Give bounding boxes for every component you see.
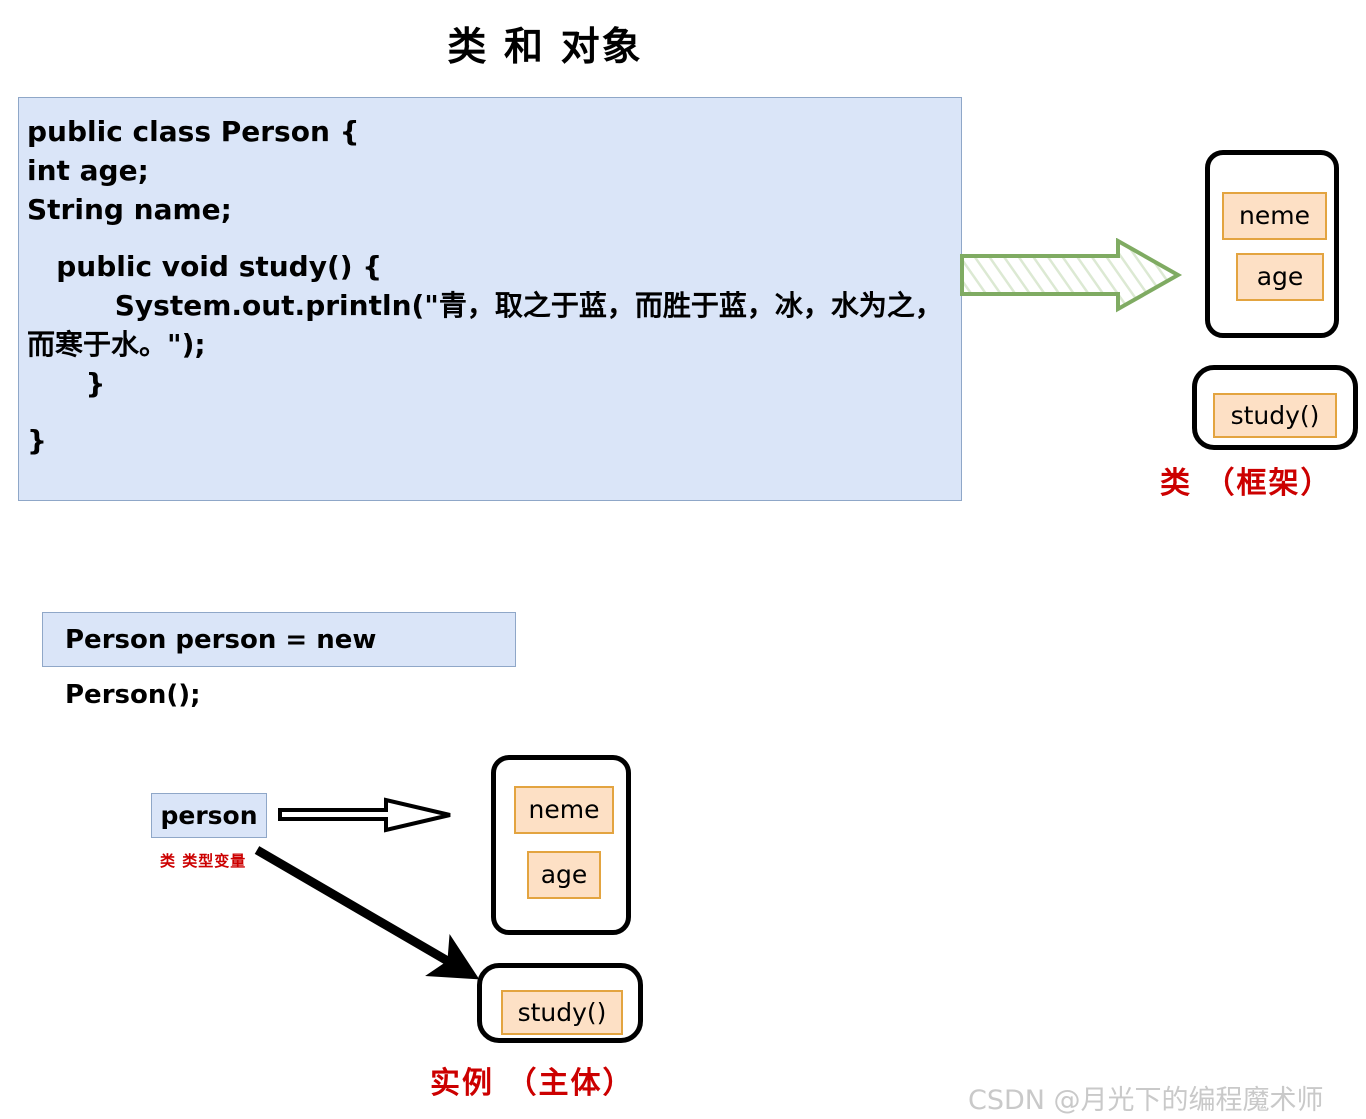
instance-caption: 实例 （主体） bbox=[430, 1066, 635, 1101]
green-block-arrow-icon bbox=[960, 238, 1183, 313]
instance-field-name: neme bbox=[514, 786, 614, 834]
page-title: 类 和 对象 bbox=[447, 25, 643, 70]
code-line: System.out.println("青，取之于蓝，而胜于蓝，冰，水为之，而寒… bbox=[27, 289, 943, 361]
code-line: public class Person { bbox=[27, 115, 360, 148]
code-line: int age; bbox=[27, 154, 149, 187]
instance-method-study: study() bbox=[501, 990, 623, 1035]
instance-field-age: age bbox=[527, 851, 601, 899]
class-fields-container bbox=[1205, 150, 1339, 338]
instance-code-block: Person person = new Person(); bbox=[42, 612, 516, 710]
class-method-study: study() bbox=[1213, 393, 1337, 438]
code-line: String name; bbox=[27, 193, 232, 226]
code-line: } bbox=[27, 367, 106, 400]
class-field-name: neme bbox=[1222, 192, 1327, 240]
watermark: CSDN @月光下的编程魔术师 bbox=[968, 1085, 1324, 1116]
code-line: public void study() { bbox=[27, 250, 383, 283]
instance-fields-container bbox=[491, 755, 631, 935]
class-field-age: age bbox=[1236, 253, 1324, 301]
code-line: } bbox=[27, 424, 47, 457]
class-code-block: public class Person { int age; String na… bbox=[18, 97, 962, 501]
diagram-canvas: 类 和 对象 public class Person { int age; St… bbox=[0, 0, 1366, 1119]
thick-solid-arrow-icon bbox=[254, 846, 480, 980]
person-variable-note: 类 类型变量 bbox=[160, 852, 247, 870]
thin-outline-arrow-icon bbox=[278, 797, 451, 833]
person-variable-box: person bbox=[151, 793, 267, 838]
class-caption: 类 （框架） bbox=[1160, 466, 1333, 501]
